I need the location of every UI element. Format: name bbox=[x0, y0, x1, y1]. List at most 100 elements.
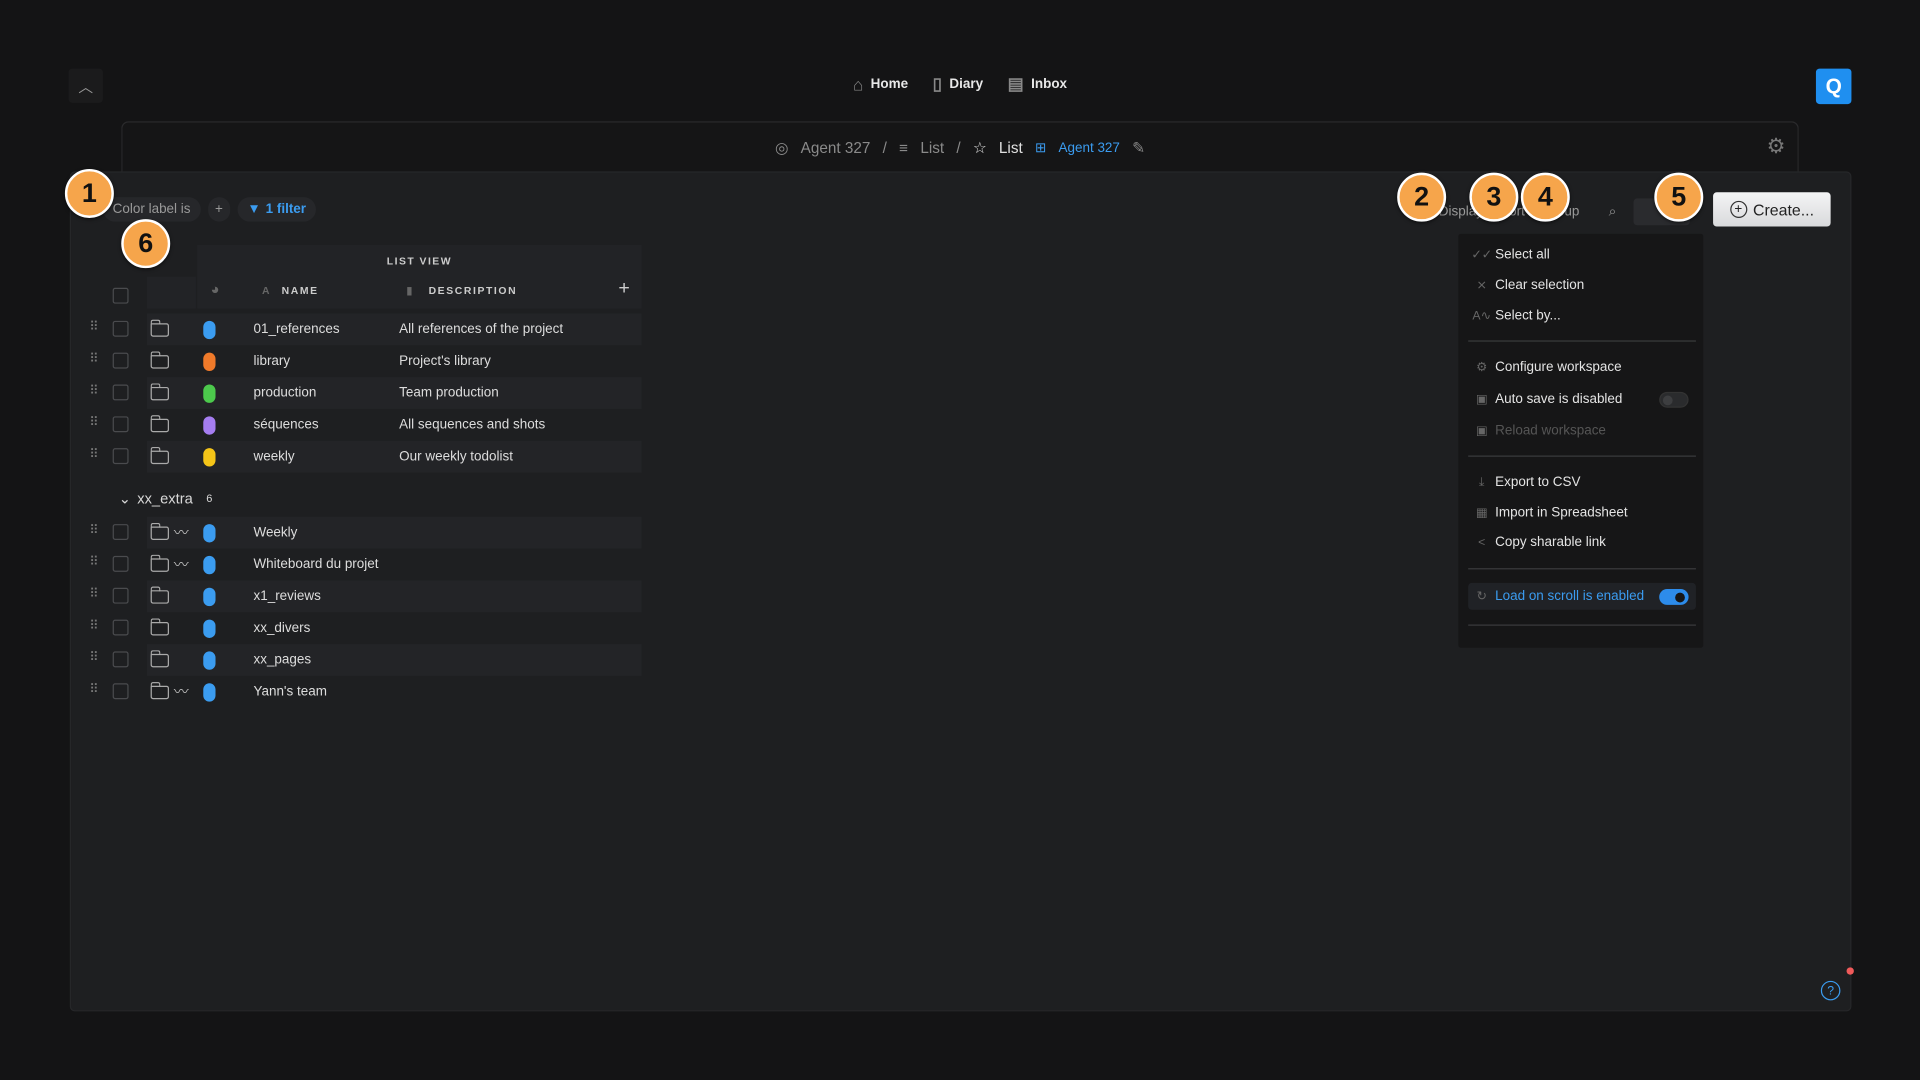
row-checkbox[interactable] bbox=[112, 352, 129, 369]
plus-circle-icon: + bbox=[1729, 200, 1747, 218]
nav-home[interactable]: ⌂ Home bbox=[853, 73, 908, 94]
column-name[interactable]: NAME bbox=[282, 284, 319, 296]
menu-item-select-by[interactable]: A∿ Select by... bbox=[1468, 302, 1696, 329]
table-row[interactable]: ⠿ xx_pages bbox=[86, 644, 642, 676]
home-icon: ⌂ bbox=[852, 74, 864, 94]
clear-selection-icon: ⨯ bbox=[1476, 278, 1487, 293]
row-checkbox[interactable] bbox=[112, 524, 129, 541]
callout-5: 5 bbox=[1654, 172, 1704, 222]
breadcrumb-list[interactable]: List bbox=[920, 139, 944, 156]
column-description[interactable]: DESCRIPTION bbox=[429, 284, 518, 296]
select-all-checkbox[interactable] bbox=[112, 287, 129, 304]
menu-item-load-on-scroll[interactable]: ↻ Load on scroll is enabled bbox=[1468, 582, 1696, 610]
callout-4: 4 bbox=[1520, 172, 1570, 222]
row-checkbox[interactable] bbox=[112, 384, 129, 401]
table-row[interactable]: ⠿ 〰 Whiteboard du projet bbox=[86, 549, 642, 581]
folder-icon bbox=[150, 522, 169, 541]
text-icon: A bbox=[262, 284, 272, 297]
nav-inbox[interactable]: ▤ Inbox bbox=[1008, 73, 1067, 94]
filter-count-button[interactable]: ▼ 1 filter bbox=[237, 197, 316, 222]
drag-handle-icon[interactable]: ⠿ bbox=[89, 384, 98, 397]
settings-gear-icon[interactable]: ⚙ bbox=[1767, 135, 1786, 159]
group-header[interactable]: ⌄ xx_extra 6 bbox=[119, 490, 213, 507]
row-description: All sequences and shots bbox=[399, 417, 546, 433]
row-name: Weekly bbox=[253, 525, 298, 541]
row-name: x1_reviews bbox=[253, 588, 321, 604]
configure-workspace-icon: ⚙ bbox=[1476, 360, 1488, 375]
workspace-link[interactable]: Agent 327 bbox=[1059, 140, 1120, 155]
folder-icon bbox=[150, 319, 169, 337]
create-button[interactable]: + Create... bbox=[1713, 192, 1831, 227]
trend-icon: 〰 bbox=[173, 524, 189, 542]
row-checkbox[interactable] bbox=[112, 416, 129, 433]
actions-menu: ✓✓ Select all ⨯ Clear selection A∿ Select by.… bbox=[1458, 233, 1704, 648]
color-label bbox=[203, 384, 216, 403]
row-checkbox[interactable] bbox=[112, 619, 129, 636]
menu-item-import-spreadsheet[interactable]: ▦ Import in Spreadsheet bbox=[1468, 500, 1696, 527]
folder-icon bbox=[150, 682, 169, 700]
row-checkbox[interactable] bbox=[112, 555, 129, 572]
row-checkbox[interactable] bbox=[112, 587, 129, 604]
drag-handle-icon[interactable]: ⠿ bbox=[89, 683, 98, 696]
table-row[interactable]: ⠿ séquences All sequences and shots bbox=[86, 409, 642, 441]
row-checkbox[interactable] bbox=[112, 448, 129, 465]
color-label bbox=[203, 352, 216, 372]
table-row[interactable]: ⠿ 〰 Yann's team bbox=[86, 676, 642, 708]
row-description: All references of the project bbox=[399, 322, 564, 337]
filter-icon: ▼ bbox=[247, 202, 261, 217]
load-on-scroll-toggle[interactable] bbox=[1659, 588, 1689, 605]
filter-bar: Color label is + ▼ 1 filter bbox=[102, 197, 316, 222]
menu-item-select-all[interactable]: ✓✓ Select all bbox=[1468, 241, 1696, 268]
color-label bbox=[203, 524, 216, 543]
menu-item-clear-selection[interactable]: ⨯ Clear selection bbox=[1468, 272, 1696, 299]
star-icon[interactable]: ☆ bbox=[973, 138, 987, 157]
drag-handle-icon[interactable]: ⠿ bbox=[89, 651, 98, 664]
drag-handle-icon[interactable]: ⠿ bbox=[89, 448, 98, 461]
drag-handle-icon[interactable]: ⠿ bbox=[89, 416, 98, 429]
search-icon[interactable]: ⌕ bbox=[1609, 204, 1617, 220]
menu-item-configure-workspace[interactable]: ⚙ Configure workspace bbox=[1468, 354, 1696, 381]
menu-divider bbox=[1468, 624, 1696, 626]
filter-chip-color-label[interactable]: Color label is bbox=[102, 197, 201, 222]
add-column-button[interactable]: + bbox=[618, 278, 631, 300]
drag-handle-icon[interactable]: ⠿ bbox=[89, 588, 98, 601]
menu-item-copy-link[interactable]: < Copy sharable link bbox=[1468, 529, 1696, 556]
table-row[interactable]: ⠿ xx_divers bbox=[86, 612, 642, 644]
table-row[interactable]: ⠿ 01_references All references of the proj… bbox=[86, 313, 642, 346]
auto-save-toggle[interactable] bbox=[1659, 391, 1689, 408]
add-filter-button[interactable]: + bbox=[207, 197, 231, 222]
drag-handle-icon[interactable]: ⠿ bbox=[89, 620, 98, 633]
table-row[interactable]: ⠿ 〰 Weekly bbox=[86, 516, 642, 549]
breadcrumb-project[interactable]: Agent 327 bbox=[801, 139, 871, 156]
menu-item-export-csv[interactable]: ⤓ Export to CSV bbox=[1468, 469, 1696, 496]
app: ︿ ⌂ Home ▯ Diary ▤ Inbox Q ◎ Agent 327/ ≡ Lis… bbox=[0, 0, 1920, 1080]
drag-handle-icon[interactable]: ⠿ bbox=[89, 353, 98, 366]
row-name: 01_references bbox=[253, 322, 340, 337]
book-icon: ▯ bbox=[932, 73, 943, 94]
palette-icon: ◕ bbox=[210, 280, 222, 298]
row-name: weekly bbox=[253, 449, 295, 465]
color-label bbox=[203, 448, 216, 467]
menu-item-auto-save[interactable]: ▣ Auto save is disabled bbox=[1468, 386, 1696, 413]
nav-diary[interactable]: ▯ Diary bbox=[933, 73, 984, 94]
drag-handle-icon[interactable]: ⠿ bbox=[89, 524, 98, 537]
group-count: 6 bbox=[206, 492, 213, 505]
row-checkbox[interactable] bbox=[112, 320, 129, 337]
app-logo[interactable]: Q bbox=[1815, 68, 1852, 105]
row-checkbox[interactable] bbox=[112, 683, 129, 700]
table-row[interactable]: ⠿ weekly Our weekly todolist bbox=[86, 440, 642, 473]
help-icon[interactable]: ? bbox=[1820, 980, 1841, 1001]
table-header: LIST VIEW ◕ A NAME ▮ DESCRIPTION + bbox=[197, 244, 642, 309]
row-checkbox[interactable] bbox=[112, 651, 129, 668]
notification-dot bbox=[1846, 967, 1854, 975]
drag-handle-icon[interactable]: ⠿ bbox=[89, 556, 98, 569]
menu-item-reload-workspace: ▣ Reload workspace bbox=[1468, 418, 1696, 445]
drag-handle-icon[interactable]: ⠿ bbox=[89, 321, 98, 334]
export-csv-icon: ⤓ bbox=[1478, 475, 1485, 490]
edit-icon[interactable]: ✎ bbox=[1132, 138, 1145, 157]
table-row[interactable]: ⠿ production Team production bbox=[86, 377, 642, 409]
callout-2: 2 bbox=[1397, 172, 1447, 222]
table-row[interactable]: ⠿ x1_reviews bbox=[86, 580, 642, 613]
table-row[interactable]: ⠿ library Project's library bbox=[86, 345, 642, 377]
load-on-scroll-icon: ↻ bbox=[1476, 589, 1487, 604]
